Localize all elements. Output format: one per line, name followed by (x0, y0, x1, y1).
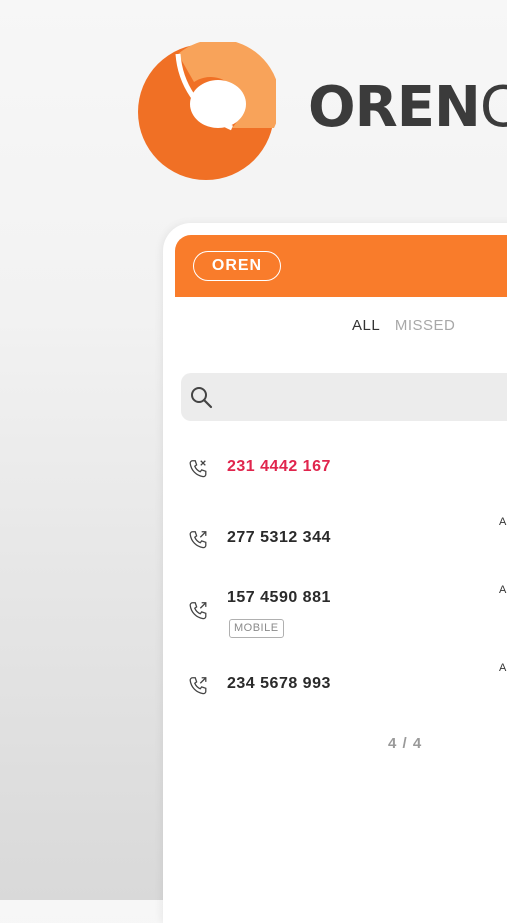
call-number: 231 4442 167 (227, 458, 331, 475)
outgoing-call-icon (189, 531, 207, 549)
brand-name: OREN (308, 75, 481, 140)
missed-call-icon (189, 460, 207, 478)
call-row[interactable]: 157 4590 881 MOBILE A (187, 584, 507, 641)
call-meta: A (499, 584, 507, 596)
brand-name-tail: C (479, 75, 507, 140)
number-type-badge: MOBILE (229, 619, 284, 638)
call-row[interactable]: 234 5678 993 A (187, 662, 507, 715)
search-icon (191, 387, 213, 409)
call-meta: A (499, 516, 507, 528)
call-row[interactable]: 231 4442 167 (187, 458, 507, 498)
outgoing-call-icon (189, 602, 207, 620)
app-card: OREN ALL MISSED 231 4442 167 277 5312 34… (163, 223, 507, 923)
call-number: 157 4590 881 (227, 589, 331, 606)
call-meta: A (499, 662, 507, 674)
outgoing-call-icon (189, 677, 207, 695)
tab-missed[interactable]: MISSED (395, 317, 456, 334)
call-filter-tabs: ALL MISSED (352, 317, 465, 334)
app-header: OREN (175, 235, 507, 297)
search-input[interactable] (181, 373, 507, 421)
call-row[interactable]: 277 5312 344 A (187, 516, 507, 569)
call-number: 277 5312 344 (227, 529, 331, 546)
call-number: 234 5678 993 (227, 675, 331, 692)
org-switcher-button[interactable]: OREN (193, 251, 281, 281)
tab-all[interactable]: ALL (352, 317, 380, 334)
brand-wordmark: ORENC (308, 80, 507, 136)
pagination-indicator: 4 / 4 (388, 735, 423, 752)
brand-logo-icon (138, 42, 276, 180)
